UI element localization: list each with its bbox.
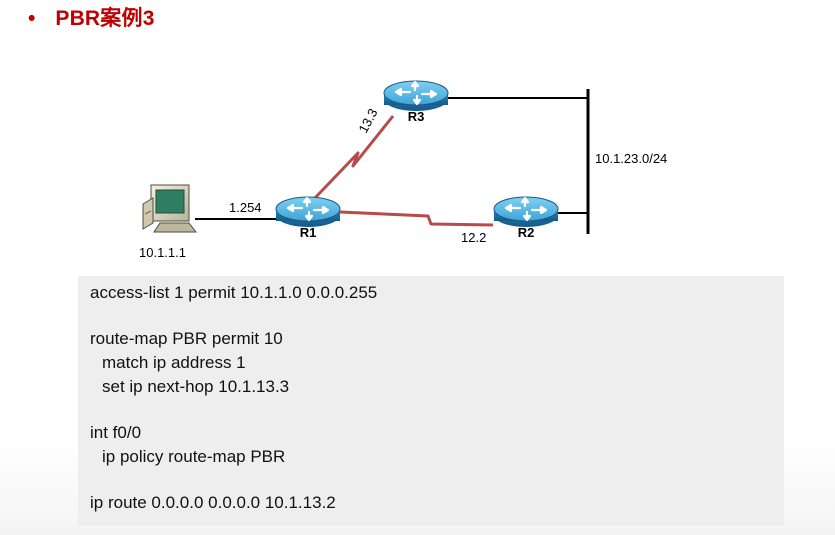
router-r2-label: R2 [518, 225, 535, 240]
router-r1-label: R1 [300, 225, 317, 240]
config-gap [90, 305, 772, 327]
r1-r2-link-label: 12.2 [461, 230, 486, 245]
serial-link-r1-r3 [312, 115, 395, 201]
r1-lan-ip-label: 1.254 [229, 200, 262, 215]
host-ip-label: 10.1.1.1 [139, 245, 186, 260]
config-line-interface: int f0/0 [90, 423, 142, 442]
config-line-set-next-hop: set ip next-hop 10.1.13.3 [102, 377, 290, 396]
router-r1: R1 [275, 196, 341, 240]
lan-network-label: 10.1.23.0/24 [595, 151, 667, 166]
config-line-match: match ip address 1 [102, 353, 246, 372]
config-gap [90, 399, 772, 421]
r1-r3-link-label: 13.3 [355, 106, 380, 135]
config-line-access-list: access-list 1 permit 10.1.1.0 0.0.0.255 [90, 283, 378, 302]
config-box: access-list 1 permit 10.1.1.0 0.0.0.255 … [78, 276, 784, 526]
host-computer-icon [142, 184, 198, 233]
config-line-ip-policy: ip policy route-map PBR [102, 447, 286, 466]
router-r2: R2 [493, 196, 559, 240]
network-diagram: R1 R2 R3 10.1.1.1 1.254 13.3 12.2 10.1.2… [139, 80, 667, 260]
serial-link-r1-r2 [339, 210, 494, 227]
config-line-default-route: ip route 0.0.0.0 0.0.0.0 10.1.13.2 [90, 493, 336, 512]
router-r3-label: R3 [408, 109, 425, 124]
config-line-route-map: route-map PBR permit 10 [90, 329, 283, 348]
config-gap [90, 469, 772, 491]
